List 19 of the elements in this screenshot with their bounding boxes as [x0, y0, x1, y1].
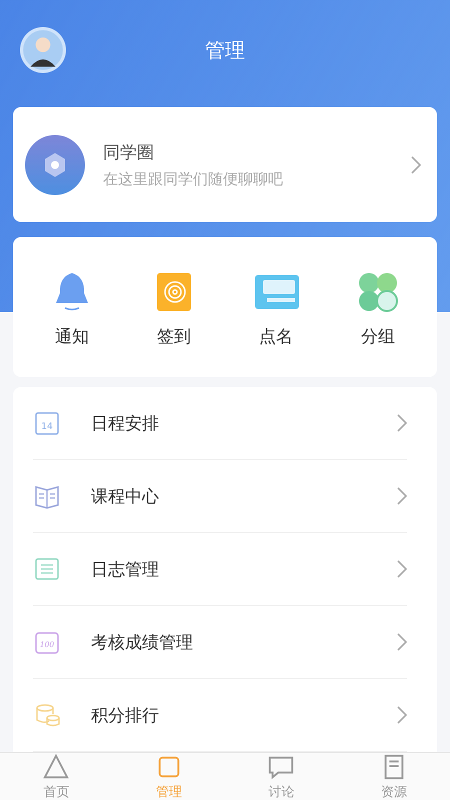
- card-subtitle: 在这里跟同学们随便聊聊吧: [103, 170, 284, 188]
- chevron-icon: [397, 414, 407, 432]
- card-title: 同学圈: [103, 142, 155, 164]
- menu-item[interactable]: 日志管理: [33, 533, 407, 606]
- page-title: 管理: [205, 36, 245, 64]
- classmates-circle-card[interactable]: 同学圈 在这里跟同学们随便聊聊吧: [13, 107, 437, 222]
- chevron-icon: [397, 633, 407, 651]
- action-label: 签到: [157, 326, 191, 348]
- menu-item[interactable]: 14 日程安排: [33, 387, 407, 460]
- action-label: 通知: [55, 326, 89, 348]
- triangle-icon: [42, 753, 70, 781]
- chevron-icon: [397, 706, 407, 724]
- action-label: 点名: [259, 326, 293, 348]
- action-label: 分组: [361, 326, 395, 348]
- chevron-icon: [411, 156, 421, 174]
- menu-item[interactable]: 课程中心: [33, 460, 407, 533]
- chevron-icon: [397, 487, 407, 505]
- avatar-icon[interactable]: [20, 27, 66, 73]
- chevron-icon: [397, 560, 407, 578]
